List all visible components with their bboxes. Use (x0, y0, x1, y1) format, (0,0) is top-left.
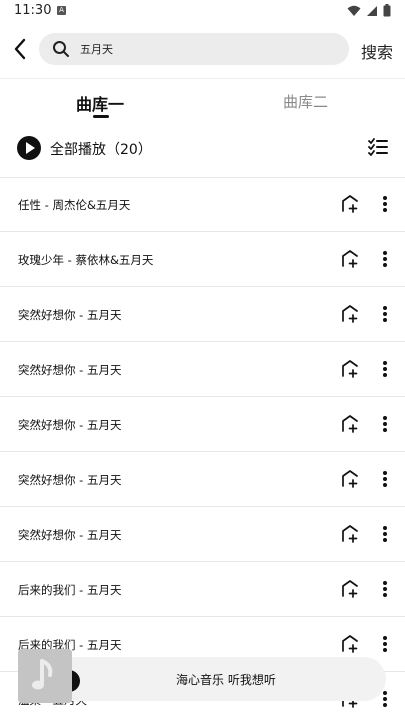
a-icon: A (57, 6, 66, 15)
play-all-button[interactable] (17, 136, 41, 160)
add-to-playlist-icon[interactable] (341, 415, 359, 433)
tab-indicator (93, 115, 109, 118)
add-to-playlist-icon[interactable] (341, 305, 359, 323)
add-to-playlist-icon[interactable] (341, 580, 359, 598)
back-button[interactable] (8, 36, 32, 62)
tab-library-2[interactable]: 曲库二 (283, 91, 328, 112)
song-title: 玫瑰少年 - 蔡依林&五月天 (18, 253, 154, 267)
song-row[interactable]: 突然好想你 - 五月天 (0, 452, 405, 507)
play-all-label[interactable]: 全部播放（20） (50, 139, 152, 159)
song-title: 突然好想你 - 五月天 (18, 418, 122, 432)
song-row[interactable]: 突然好想你 - 五月天 (0, 287, 405, 342)
status-icons (347, 4, 391, 17)
play-all-row: 全部播放（20） (0, 130, 405, 166)
chevron-left-icon (14, 38, 26, 60)
add-to-playlist-icon[interactable] (341, 360, 359, 378)
battery-icon (383, 4, 391, 17)
more-options-icon[interactable] (381, 470, 389, 488)
library-tabs: 曲库一 曲库二 (0, 80, 405, 124)
search-input[interactable]: 五月天 (39, 33, 349, 65)
song-title: 后来的我们 - 五月天 (18, 583, 122, 597)
song-row[interactable]: 突然好想你 - 五月天 (0, 397, 405, 452)
more-options-icon[interactable] (381, 195, 389, 213)
wifi-icon (347, 5, 361, 16)
add-to-playlist-icon[interactable] (341, 635, 359, 653)
add-to-playlist-icon[interactable] (341, 195, 359, 213)
song-row[interactable]: 玫瑰少年 - 蔡依林&五月天 (0, 232, 405, 287)
status-time: 11:30 (14, 3, 52, 18)
top-bar: 五月天 搜索 (0, 24, 405, 76)
song-title: 突然好想你 - 五月天 (18, 308, 122, 322)
more-options-icon[interactable] (381, 690, 389, 708)
now-playing-title: 海心音乐 听我想听 (176, 673, 276, 687)
signal-icon (367, 5, 377, 16)
song-list: 任性 - 周杰伦&五月天 玫瑰少年 - 蔡依林&五月天 突然好想你 - 五月天 … (0, 177, 405, 720)
search-button[interactable]: 搜索 (361, 39, 393, 63)
mini-player[interactable]: 海心音乐 听我想听 (18, 649, 386, 703)
search-icon (53, 41, 69, 57)
top-divider (0, 78, 405, 79)
more-options-icon[interactable] (381, 305, 389, 323)
music-note-icon (18, 649, 72, 703)
more-options-icon[interactable] (381, 635, 389, 653)
more-options-icon[interactable] (381, 415, 389, 433)
song-row[interactable]: 突然好想你 - 五月天 (0, 507, 405, 562)
song-title: 突然好想你 - 五月天 (18, 528, 122, 542)
song-title: 突然好想你 - 五月天 (18, 363, 122, 377)
song-row[interactable]: 突然好想你 - 五月天 (0, 342, 405, 397)
multi-select-icon[interactable] (368, 138, 388, 156)
add-to-playlist-icon[interactable] (341, 525, 359, 543)
song-row[interactable]: 任性 - 周杰伦&五月天 (0, 177, 405, 232)
status-bar: 11:30 A (0, 0, 405, 24)
more-options-icon[interactable] (381, 525, 389, 543)
search-query: 五月天 (80, 43, 113, 56)
song-title: 任性 - 周杰伦&五月天 (18, 198, 131, 212)
song-row[interactable]: 后来的我们 - 五月天 (0, 562, 405, 617)
tab-library-1[interactable]: 曲库一 (76, 91, 124, 115)
add-to-playlist-icon[interactable] (341, 470, 359, 488)
more-options-icon[interactable] (381, 250, 389, 268)
album-cover[interactable] (18, 649, 72, 703)
song-title: 突然好想你 - 五月天 (18, 473, 122, 487)
more-options-icon[interactable] (381, 360, 389, 378)
add-to-playlist-icon[interactable] (341, 250, 359, 268)
more-options-icon[interactable] (381, 580, 389, 598)
